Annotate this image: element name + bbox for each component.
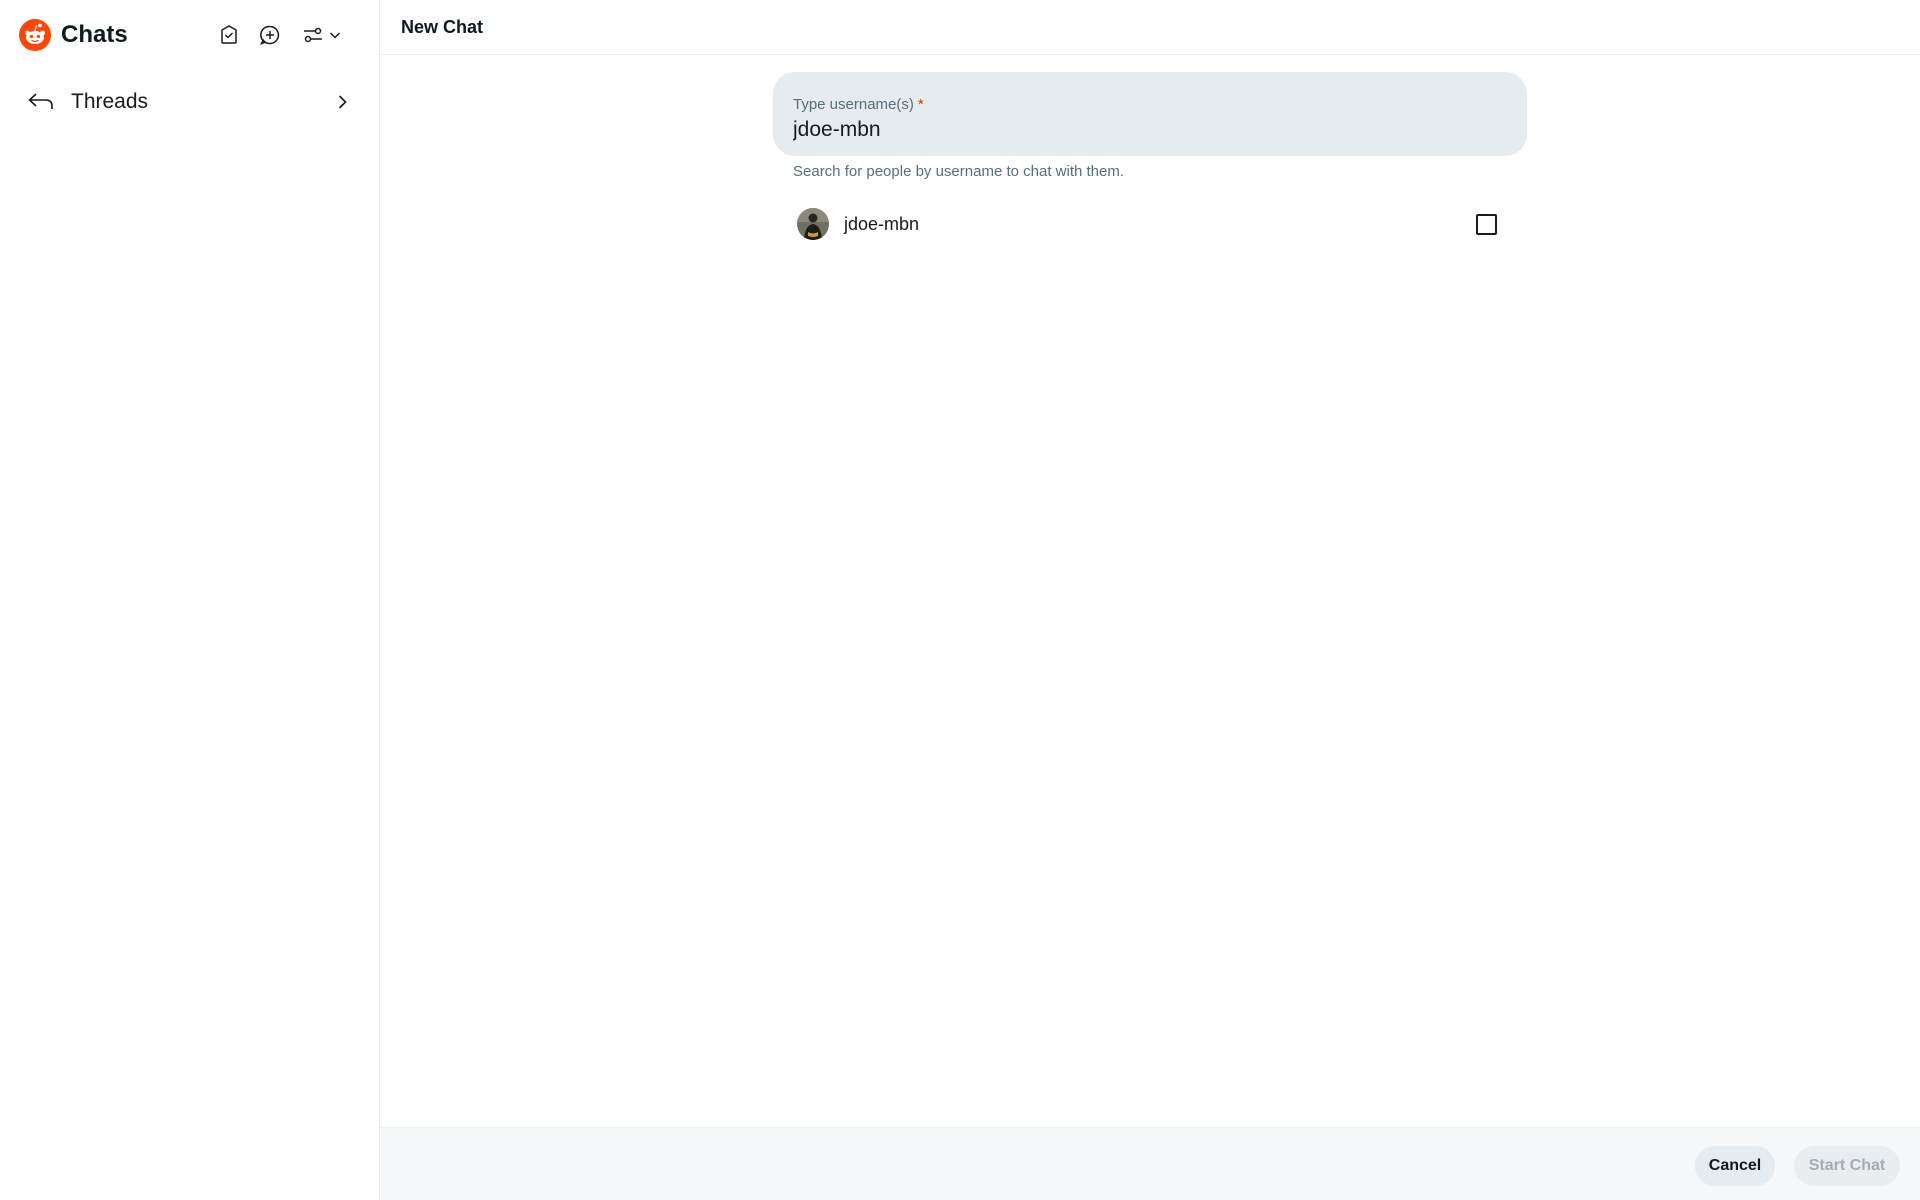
username-field-label: Type username(s) *: [793, 96, 924, 113]
reddit-logo-icon[interactable]: [19, 19, 51, 51]
new-chat-icon[interactable]: [258, 23, 282, 47]
mark-all-read-icon[interactable]: [217, 23, 241, 47]
cancel-button[interactable]: Cancel: [1695, 1146, 1775, 1186]
result-username: jdoe-mbn: [844, 213, 920, 234]
footer-bar: Cancel Start Chat: [381, 1127, 1920, 1200]
filter-dropdown[interactable]: [302, 23, 348, 47]
chevron-down-icon: [329, 32, 341, 39]
chevron-right-icon: [338, 95, 347, 109]
username-field-label-text: Type username(s): [793, 96, 914, 113]
start-chat-button[interactable]: Start Chat: [1794, 1146, 1900, 1186]
app-title: Chats: [61, 21, 128, 48]
chat-app: Chats Threads New Chat Type username(s) …: [0, 0, 1920, 1200]
main-panel: New Chat Type username(s)* Search for pe…: [381, 0, 1920, 1200]
user-result-row[interactable]: jdoe-mbn: [793, 204, 1509, 244]
sidebar-item-label: Threads: [71, 90, 149, 113]
username-helper-text: Search for people by username to chat wi…: [793, 163, 1125, 180]
filter-sliders-icon: [304, 27, 322, 43]
sidebar-header: Chats: [0, 0, 379, 70]
select-user-checkbox[interactable]: [1476, 214, 1497, 235]
username-input[interactable]: [793, 118, 1493, 142]
main-header: New Chat: [381, 0, 1920, 55]
page-title: New Chat: [401, 17, 484, 37]
reply-arrow-icon: [28, 93, 53, 109]
username-field[interactable]: Type username(s) *: [773, 72, 1527, 156]
avatar: [797, 208, 829, 240]
sidebar: Chats Threads: [0, 0, 380, 1200]
required-marker: *: [917, 96, 924, 113]
sidebar-item-threads[interactable]: Threads: [16, 82, 362, 122]
